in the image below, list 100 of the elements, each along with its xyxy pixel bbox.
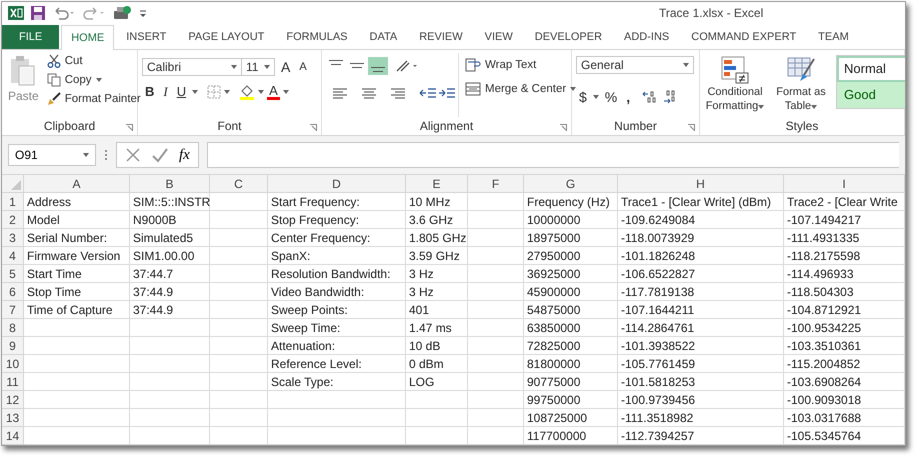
column-header[interactable]: I — [784, 175, 905, 193]
row-header[interactable]: 12 — [2, 391, 24, 409]
dialog-launcher-icon[interactable] — [310, 124, 317, 132]
vertical-align-button[interactable] — [368, 56, 388, 75]
ribbon-tab[interactable]: HOME — [61, 24, 114, 50]
row-header[interactable]: 10 — [2, 355, 24, 373]
row-header[interactable]: 11 — [2, 373, 24, 391]
checkmark-icon[interactable] — [151, 147, 169, 164]
row-header[interactable]: 14 — [2, 427, 24, 445]
decrease-decimal-icon[interactable] — [661, 90, 678, 104]
ribbon-tab[interactable]: ADD-INS — [614, 24, 680, 49]
format-as-table-button[interactable]: Format as Table — [770, 52, 832, 118]
column-header[interactable]: A — [24, 175, 130, 193]
caret-icon[interactable] — [224, 90, 230, 94]
table-cell: -100.9534225 — [784, 319, 905, 337]
fill-color-icon[interactable] — [239, 84, 256, 100]
grow-font-button[interactable]: A — [278, 58, 294, 75]
font-size-field[interactable]: 11 — [241, 58, 275, 76]
merge-center-button[interactable]: Merge & Center — [463, 80, 578, 97]
caret-icon[interactable] — [592, 94, 599, 99]
table-cell — [210, 337, 268, 355]
wrap-text-button[interactable]: Wrap Text — [463, 56, 538, 73]
table-cell: Stop Time — [24, 283, 130, 301]
table-cell — [468, 301, 524, 319]
row-header[interactable]: 8 — [2, 319, 24, 337]
italic-button[interactable]: I — [160, 84, 171, 100]
underline-button[interactable]: U — [174, 84, 190, 100]
dialog-launcher-icon[interactable] — [126, 124, 133, 132]
percent-button[interactable]: % — [602, 88, 620, 105]
column-header[interactable]: G — [524, 175, 618, 193]
table-cell — [210, 211, 268, 229]
column-header[interactable]: C — [210, 175, 268, 193]
table-cell: Resolution Bandwidth: — [268, 265, 406, 283]
cancel-icon[interactable] — [125, 147, 141, 164]
row-header[interactable]: 4 — [2, 247, 24, 265]
column-header[interactable]: B — [130, 175, 210, 193]
font-color-button[interactable]: A — [267, 84, 280, 100]
row-header[interactable]: 13 — [2, 409, 24, 427]
row-header[interactable]: 2 — [2, 211, 24, 229]
ribbon-tab[interactable]: DEVELOPER — [524, 24, 612, 49]
column-header[interactable]: H — [618, 175, 784, 193]
row-header[interactable]: 7 — [2, 301, 24, 319]
table-cell: 401 — [406, 301, 468, 319]
row-header[interactable]: 3 — [2, 229, 24, 247]
row-header[interactable]: 5 — [2, 265, 24, 283]
font-name-field[interactable]: Calibri — [142, 58, 242, 76]
table-cell: Reference Level: — [268, 355, 406, 373]
bold-button[interactable]: B — [142, 84, 158, 100]
ribbon-tab[interactable]: REVIEW — [409, 24, 473, 49]
ribbon-tab[interactable]: DATA — [360, 24, 408, 49]
ribbon-tab[interactable]: FORMULAS — [276, 24, 358, 49]
table-cell — [468, 391, 524, 409]
dialog-launcher-icon[interactable] — [688, 124, 695, 132]
formula-input-field[interactable] — [206, 142, 899, 168]
ribbon-tab[interactable]: VIEW — [474, 24, 523, 49]
caret-icon[interactable] — [192, 90, 198, 94]
caret-icon[interactable] — [282, 90, 289, 94]
copy-button[interactable]: Copy — [44, 72, 143, 88]
table-cell: LOG — [406, 373, 468, 391]
column-header[interactable]: E — [406, 175, 468, 193]
increase-decimal-icon[interactable] — [642, 90, 658, 104]
more-options-icon[interactable] — [104, 148, 108, 162]
currency-button[interactable]: $ — [576, 88, 590, 105]
save-icon[interactable] — [30, 5, 46, 22]
column-header[interactable]: F — [468, 175, 524, 193]
ribbon-tab[interactable]: PAGE LAYOUT — [178, 24, 274, 49]
name-box-field[interactable]: O91 — [8, 144, 96, 166]
column-header[interactable]: D — [268, 175, 406, 193]
paste-button[interactable]: Paste — [6, 52, 41, 118]
table-cell: 18975000 — [524, 229, 618, 247]
table-cell: Trace2 - [Clear Write — [784, 193, 905, 211]
insert-function-button[interactable]: fx — [179, 146, 190, 164]
cell-style-item[interactable]: Normal — [837, 56, 905, 82]
excel-logo-icon — [8, 5, 24, 22]
table-cell: SIM::5::INSTR — [130, 193, 210, 211]
row-header[interactable]: 9 — [2, 337, 24, 355]
orientation-icon[interactable] — [395, 58, 419, 73]
ribbon-tab[interactable]: FILE — [2, 24, 60, 49]
format-painter-button[interactable]: Format Painter — [44, 90, 143, 107]
ribbon-tab[interactable]: INSERT — [116, 24, 176, 49]
table-cell — [468, 319, 524, 337]
comma-button[interactable]: , — [623, 88, 634, 105]
cut-button[interactable]: Cut — [44, 52, 143, 69]
table-cell — [210, 283, 268, 301]
cell-style-item[interactable]: Good — [837, 82, 905, 108]
conditional-formatting-button[interactable]: Conditional Formatting — [704, 52, 766, 118]
touch-mode-icon[interactable] — [112, 5, 132, 22]
caret-icon — [758, 104, 764, 109]
row-header[interactable]: 1 — [2, 193, 24, 211]
dialog-launcher-icon[interactable] — [560, 124, 567, 132]
row-header[interactable]: 6 — [2, 283, 24, 301]
align-lines-icon — [371, 66, 385, 72]
table-cell: Trace1 - [Clear Write] (dBm) — [618, 193, 784, 211]
number-format-field[interactable]: General — [576, 56, 694, 74]
table-cell — [468, 229, 524, 247]
ribbon-tab[interactable]: TEAM — [808, 24, 859, 49]
table-cell — [406, 427, 468, 445]
caret-icon[interactable] — [258, 90, 264, 94]
shrink-font-button[interactable]: A — [296, 60, 310, 73]
ribbon-tab[interactable]: COMMAND EXPERT — [681, 24, 806, 49]
